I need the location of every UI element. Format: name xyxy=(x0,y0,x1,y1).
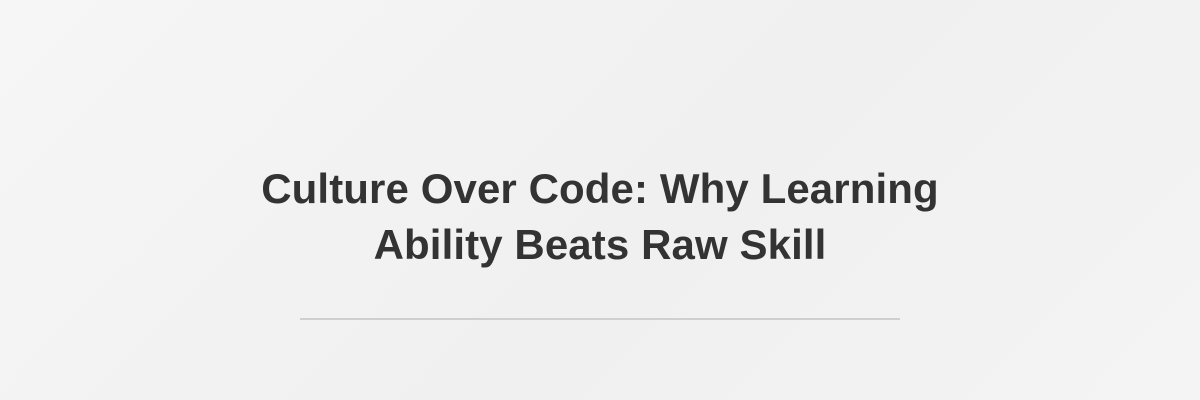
page-title: Culture Over Code: Why Learning Ability … xyxy=(150,161,1050,273)
title-banner: Culture Over Code: Why Learning Ability … xyxy=(0,0,1200,400)
page-title-line-1: Culture Over Code: Why Learning xyxy=(261,165,939,212)
page-title-line-2: Ability Beats Raw Skill xyxy=(373,221,827,268)
divider-line xyxy=(300,318,900,320)
